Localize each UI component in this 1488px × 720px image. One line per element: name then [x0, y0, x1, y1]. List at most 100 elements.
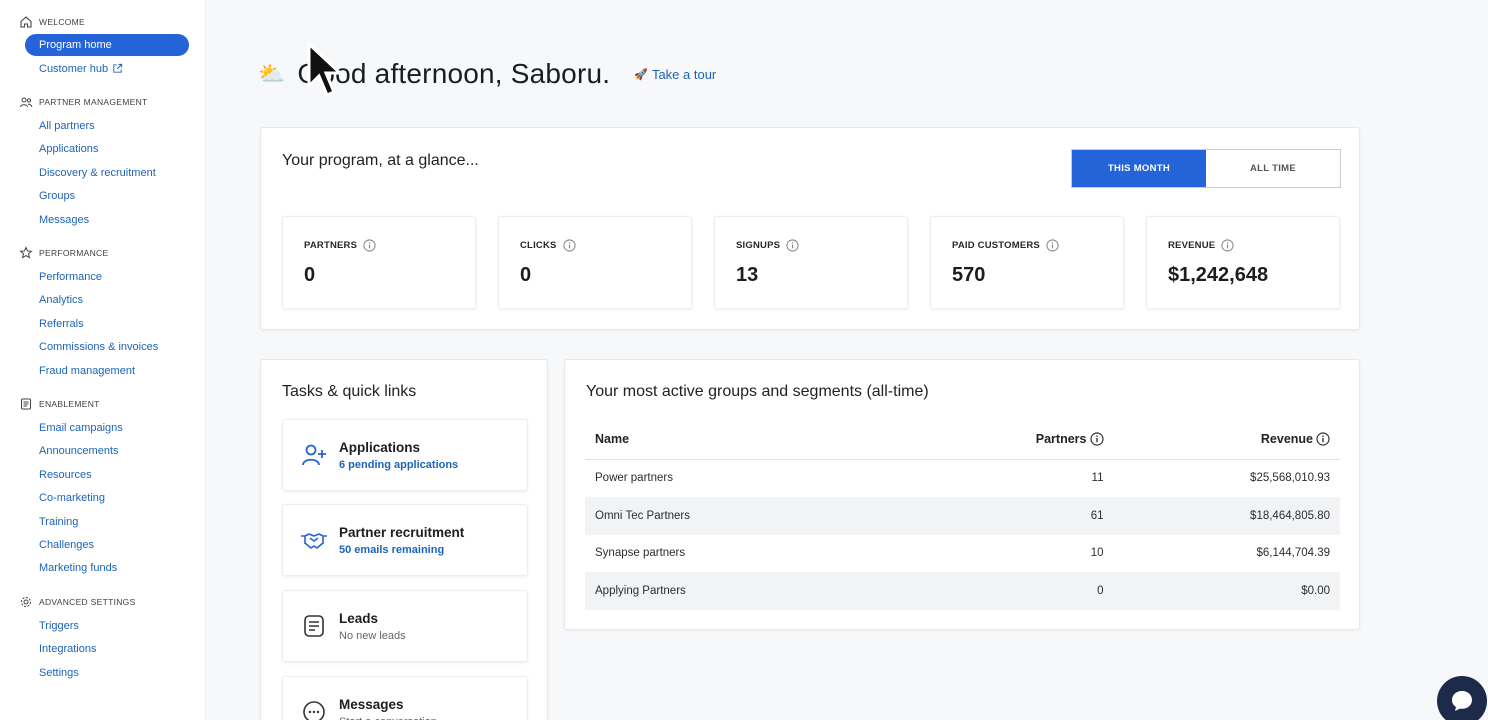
sidebar-section-performance: PERFORMANCE Performance Analytics Referrals… — [0, 243, 205, 382]
sidebar-item-label: Discovery & recruitment — [39, 166, 156, 179]
stat-value: 0 — [304, 264, 316, 286]
sidebar-item-messages[interactable]: Messages — [0, 208, 205, 231]
chat-icon — [1452, 691, 1472, 711]
group-revenue: $25,568,010.93 — [1250, 472, 1330, 485]
sidebar-section-advanced-settings: ADVANCED SETTINGS Triggers Integrations Set… — [0, 592, 205, 684]
sidebar-item-all-partners[interactable]: All partners — [0, 114, 205, 137]
sidebar-item-challenges[interactable]: Challenges — [0, 533, 205, 556]
this-month-button[interactable]: THIS MONTH — [1072, 150, 1206, 187]
tasks-title: Tasks & quick links — [282, 383, 417, 400]
sidebar-section-title: PERFORMANCE — [39, 248, 109, 259]
sidebar-item-co-marketing[interactable]: Co-marketing — [0, 486, 205, 509]
sidebar-item-integrations[interactable]: Integrations — [0, 637, 205, 660]
sidebar-item-triggers[interactable]: Triggers — [0, 614, 205, 637]
stat-label-text: PAID CUSTOMERS — [952, 240, 1040, 251]
sidebar-item-performance[interactable]: Performance — [0, 265, 205, 288]
sidebar-item-label: All partners — [39, 120, 95, 133]
sidebar-item-applications[interactable]: Applications — [0, 138, 205, 161]
task-title: Messages — [339, 696, 404, 712]
sidebar-item-fraud-management[interactable]: Fraud management — [0, 359, 205, 382]
info-icon — [1089, 432, 1104, 446]
take-a-tour-label: Take a tour — [651, 66, 717, 82]
task-applications[interactable]: Applications 6 pending applications — [282, 419, 528, 491]
sidebar-item-analytics[interactable]: Analytics — [0, 289, 205, 312]
sidebar-section-heading: PERFORMANCE — [0, 243, 205, 263]
task-subtitle: 50 emails remaining — [339, 543, 445, 556]
sidebar-item-label: Challenges — [39, 538, 95, 551]
take-a-tour-link[interactable]: 🚀 Take a tour — [634, 67, 716, 82]
sidebar-item-referrals[interactable]: Referrals — [0, 312, 205, 335]
sidebar-item-program-home[interactable]: Program home — [25, 34, 189, 56]
task-title: Partner recruitment — [339, 524, 465, 540]
stat-card-clicks: CLICKS 0 — [498, 216, 692, 309]
task-subtitle: 6 pending applications — [339, 458, 459, 471]
sidebar-item-label: Performance — [39, 271, 102, 284]
sidebar-item-label: Training — [39, 515, 79, 528]
stat-value: 0 — [520, 264, 532, 286]
col-partners[interactable]: Partners — [962, 420, 1114, 460]
col-partners-label: Partners — [1035, 432, 1087, 447]
table-row[interactable]: Omni Tec Partners 61 $18,464,805.80 — [585, 496, 1340, 535]
sidebar-section-partner-management: PARTNER MANAGEMENT All partners Applicatio… — [0, 92, 205, 231]
users-icon — [20, 97, 33, 108]
table-row[interactable]: Synapse partners 10 $6,144,704.39 — [585, 535, 1340, 573]
task-title: Leads — [339, 610, 379, 626]
sidebar: WELCOME Program home Customer hub PARTNER M… — [0, 0, 206, 720]
add-user-icon — [299, 440, 329, 470]
group-name: Omni Tec Partners — [585, 496, 963, 535]
glance-card: Your program, at a glance... THIS MONTH … — [260, 127, 1360, 330]
stat-value: 13 — [736, 264, 759, 286]
sidebar-section-heading: PARTNER MANAGEMENT — [0, 92, 205, 112]
info-icon — [1221, 239, 1234, 252]
sidebar-item-label: Program home — [39, 39, 112, 51]
sidebar-item-commissions-and-invoices[interactable]: Commissions & invoices — [0, 336, 205, 359]
sidebar-item-email-campaigns[interactable]: Email campaigns — [0, 416, 205, 439]
sidebar-item-label: Marketing funds — [39, 562, 118, 575]
sidebar-section-title: ENABLEMENT — [39, 399, 100, 410]
book-icon — [21, 398, 31, 410]
chat-launcher-button[interactable] — [1437, 676, 1487, 720]
stat-label: PARTNERS — [304, 239, 475, 252]
sidebar-item-label: Fraud management — [39, 364, 135, 377]
sidebar-section-heading: ADVANCED SETTINGS — [0, 592, 205, 612]
sidebar-item-training[interactable]: Training — [0, 510, 205, 533]
sidebar-item-discovery-and-recruitment[interactable]: Discovery & recruitment — [0, 161, 205, 184]
info-icon — [1316, 432, 1330, 446]
sidebar-section-title: WELCOME — [39, 17, 86, 27]
sidebar-item-label: Email campaigns — [39, 421, 123, 434]
stats-row: PARTNERS 0 CLICKS 0 SIGNUPS 13 PAID CUSTOMERS 5… — [282, 216, 1340, 309]
sidebar-item-customer-hub[interactable]: Customer hub — [0, 57, 205, 80]
stat-card-paid-customers: PAID CUSTOMERS 570 — [930, 216, 1124, 309]
task-title: Applications — [339, 439, 421, 455]
sidebar-item-label: Announcements — [39, 445, 119, 458]
stat-label: PAID CUSTOMERS — [952, 239, 1123, 252]
sidebar-item-label: Triggers — [39, 619, 79, 632]
task-messages[interactable]: Messages Start a conversation — [282, 676, 528, 720]
stat-label: REVENUE — [1168, 239, 1339, 252]
sidebar-item-label: Commissions & invoices — [39, 341, 159, 354]
task-partner-recruitment[interactable]: Partner recruitment 50 emails remaining — [282, 504, 528, 576]
all-time-button[interactable]: ALL TIME — [1206, 150, 1340, 187]
groups-title: Your most active groups and segments (al… — [586, 383, 929, 400]
sidebar-item-resources[interactable]: Resources — [0, 463, 205, 486]
stat-label: CLICKS — [520, 239, 691, 252]
sidebar-item-announcements[interactable]: Announcements — [0, 440, 205, 463]
sidebar-item-groups[interactable]: Groups — [0, 185, 205, 208]
sidebar-item-label: Analytics — [39, 294, 84, 307]
group-name: Synapse partners — [595, 547, 686, 560]
mouse-cursor-icon — [307, 42, 344, 97]
sidebar-item-label: Applications — [39, 143, 99, 156]
col-revenue[interactable]: Revenue — [1113, 420, 1340, 460]
sidebar-item-marketing-funds[interactable]: Marketing funds — [0, 557, 205, 580]
handshake-icon — [299, 525, 329, 555]
info-icon — [786, 239, 799, 252]
sidebar-item-label: Referrals — [39, 317, 84, 330]
task-leads[interactable]: Leads No new leads — [282, 590, 528, 662]
sidebar-item-settings[interactable]: Settings — [0, 661, 205, 684]
task-subtitle: Start a conversation — [339, 716, 437, 720]
table-row[interactable]: Applying Partners 0 $0.00 — [585, 572, 1340, 611]
table-row[interactable]: Power partners 11 $25,568,010.93 — [585, 459, 1340, 497]
sidebar-section-welcome: WELCOME Program home Customer hub — [0, 12, 205, 80]
stat-value: 570 — [952, 264, 986, 286]
col-revenue-label: Revenue — [1260, 432, 1313, 447]
